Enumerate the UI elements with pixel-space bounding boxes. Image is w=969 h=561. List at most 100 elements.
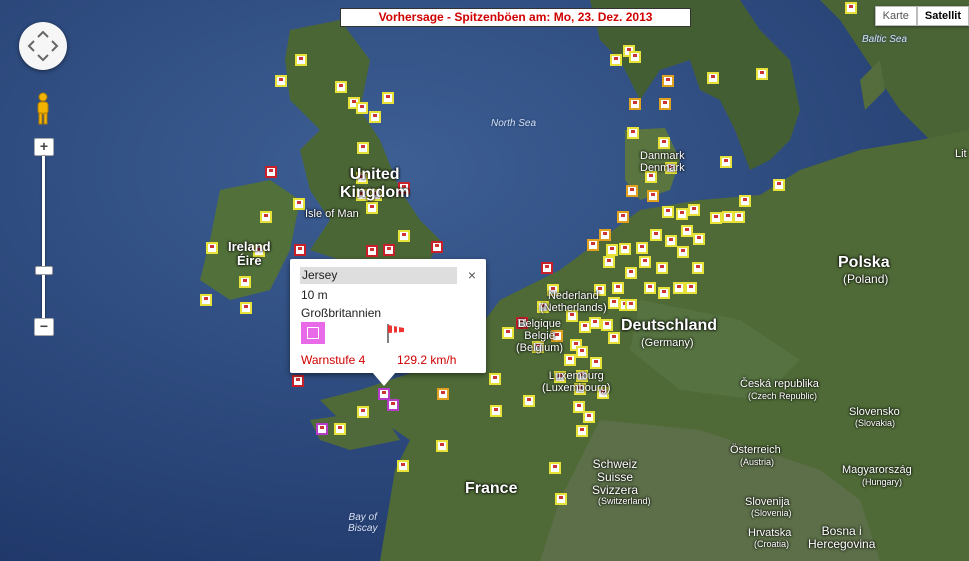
station-marker[interactable] — [502, 327, 514, 339]
station-marker[interactable] — [733, 211, 745, 223]
station-marker[interactable] — [239, 276, 251, 288]
station-marker[interactable] — [383, 244, 395, 256]
station-marker[interactable] — [356, 102, 368, 114]
station-marker[interactable] — [240, 302, 252, 314]
map-type-karte-button[interactable]: Karte — [874, 6, 917, 26]
station-marker[interactable] — [644, 282, 656, 294]
station-marker[interactable] — [490, 405, 502, 417]
station-marker[interactable] — [707, 72, 719, 84]
station-marker[interactable] — [573, 401, 585, 413]
station-marker[interactable] — [549, 462, 561, 474]
station-marker[interactable] — [590, 357, 602, 369]
station-marker[interactable] — [295, 54, 307, 66]
station-marker[interactable] — [606, 244, 618, 256]
street-view-pegman-icon[interactable] — [35, 92, 51, 126]
station-marker[interactable] — [564, 354, 576, 366]
station-marker[interactable] — [720, 156, 732, 168]
station-marker[interactable] — [576, 425, 588, 437]
close-icon[interactable]: × — [468, 267, 476, 283]
station-marker[interactable] — [366, 202, 378, 214]
station-marker[interactable] — [275, 75, 287, 87]
station-marker[interactable] — [316, 423, 328, 435]
station-marker[interactable] — [579, 321, 591, 333]
station-marker[interactable] — [397, 460, 409, 472]
pan-left-icon[interactable] — [27, 40, 35, 52]
station-marker[interactable] — [335, 81, 347, 93]
station-marker[interactable] — [656, 262, 668, 274]
station-marker[interactable] — [576, 346, 588, 358]
station-marker[interactable] — [693, 233, 705, 245]
pan-down-icon[interactable] — [37, 54, 49, 62]
station-marker[interactable] — [357, 406, 369, 418]
station-marker[interactable] — [260, 211, 272, 223]
station-marker[interactable] — [541, 262, 553, 274]
station-marker[interactable] — [436, 440, 448, 452]
station-marker[interactable] — [589, 317, 601, 329]
station-marker[interactable] — [366, 245, 378, 257]
station-marker[interactable] — [710, 212, 722, 224]
station-marker[interactable] — [692, 262, 704, 274]
station-marker[interactable] — [650, 229, 662, 241]
station-marker[interactable] — [293, 198, 305, 210]
pan-control[interactable] — [19, 22, 67, 70]
station-marker[interactable] — [523, 395, 535, 407]
station-marker[interactable] — [294, 244, 306, 256]
zoom-out-button[interactable]: − — [34, 318, 54, 336]
station-marker[interactable] — [681, 225, 693, 237]
station-marker[interactable] — [583, 411, 595, 423]
station-marker[interactable] — [369, 111, 381, 123]
station-marker[interactable] — [619, 243, 631, 255]
station-marker[interactable] — [489, 373, 501, 385]
station-marker[interactable] — [382, 92, 394, 104]
station-marker[interactable] — [292, 375, 304, 387]
station-marker[interactable] — [665, 235, 677, 247]
station-marker[interactable] — [629, 98, 641, 110]
station-marker[interactable] — [658, 137, 670, 149]
zoom-slider-handle[interactable] — [35, 266, 53, 275]
station-marker[interactable] — [587, 239, 599, 251]
station-marker[interactable] — [662, 206, 674, 218]
station-marker[interactable] — [612, 282, 624, 294]
station-marker[interactable] — [647, 190, 659, 202]
station-marker[interactable] — [555, 493, 567, 505]
zoom-control[interactable]: + − — [34, 138, 54, 338]
station-marker[interactable] — [431, 241, 443, 253]
station-marker[interactable] — [603, 256, 615, 268]
station-marker[interactable] — [265, 166, 277, 178]
station-marker[interactable] — [629, 51, 641, 63]
station-marker[interactable] — [722, 211, 734, 223]
map-type-satellit-button[interactable]: Satellit — [916, 6, 969, 26]
station-marker[interactable] — [739, 195, 751, 207]
station-marker[interactable] — [437, 388, 449, 400]
station-marker[interactable] — [676, 208, 688, 220]
station-marker[interactable] — [599, 229, 611, 241]
station-marker[interactable] — [677, 246, 689, 258]
station-marker[interactable] — [206, 242, 218, 254]
pan-up-icon[interactable] — [37, 30, 49, 38]
station-marker[interactable] — [639, 256, 651, 268]
station-marker[interactable] — [625, 267, 637, 279]
station-marker[interactable] — [617, 211, 629, 223]
station-marker[interactable] — [658, 287, 670, 299]
station-marker[interactable] — [756, 68, 768, 80]
station-marker[interactable] — [627, 127, 639, 139]
station-marker[interactable] — [625, 299, 637, 311]
station-marker[interactable] — [608, 297, 620, 309]
station-marker[interactable] — [845, 2, 857, 14]
station-marker[interactable] — [626, 185, 638, 197]
zoom-in-button[interactable]: + — [34, 138, 54, 156]
station-marker[interactable] — [387, 399, 399, 411]
station-marker[interactable] — [357, 142, 369, 154]
station-marker[interactable] — [610, 54, 622, 66]
station-marker[interactable] — [601, 319, 613, 331]
station-marker[interactable] — [773, 179, 785, 191]
station-marker[interactable] — [200, 294, 212, 306]
station-marker[interactable] — [334, 423, 346, 435]
station-marker[interactable] — [673, 282, 685, 294]
zoom-slider-track[interactable] — [42, 156, 45, 321]
station-marker[interactable] — [636, 242, 648, 254]
station-marker[interactable] — [685, 282, 697, 294]
station-marker[interactable] — [378, 388, 390, 400]
station-marker[interactable] — [659, 98, 671, 110]
station-marker[interactable] — [608, 332, 620, 344]
